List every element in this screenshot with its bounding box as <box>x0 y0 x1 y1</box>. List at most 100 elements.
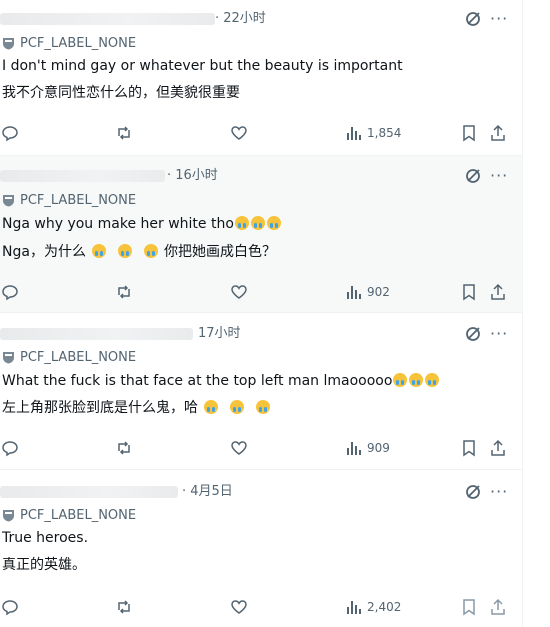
loudly-crying-emoji <box>409 373 424 387</box>
views-count: 1,854 <box>367 126 402 140</box>
bookmark-button[interactable] <box>460 438 478 458</box>
tweet-actions: 902 <box>0 282 522 302</box>
loudly-crying-emoji <box>250 216 265 230</box>
bookmark-button[interactable] <box>460 282 478 302</box>
views-count: 909 <box>367 441 390 455</box>
repost-button[interactable] <box>115 123 133 143</box>
tweet-text-part: Nga，为什么 <box>2 244 86 260</box>
timeline-border <box>522 0 523 627</box>
share-icon <box>491 124 505 141</box>
more-options-icon[interactable]: ··· <box>490 9 508 29</box>
like-button[interactable] <box>230 123 248 143</box>
timestamp[interactable]: 17小时 <box>198 324 241 344</box>
loudly-crying-emoji <box>425 373 440 387</box>
tweet-text-original: True heroes. <box>2 530 89 546</box>
loudly-crying-emoji <box>117 244 132 258</box>
blurred-username <box>0 170 165 182</box>
verified-label: PCF_LABEL_NONE <box>2 506 136 524</box>
tweet-text-part: 左上角那张脸到底是什么鬼，哈 <box>2 400 198 416</box>
verified-label: PCF_LABEL_NONE <box>2 34 136 52</box>
tweet-actions: 909 <box>0 438 522 458</box>
loudly-crying-emoji <box>91 244 106 258</box>
repost-button[interactable] <box>115 282 133 302</box>
share-button[interactable] <box>489 123 507 143</box>
tweet-text-original: Nga why you make her white tho <box>2 214 282 234</box>
label-shield-icon <box>3 509 14 521</box>
loudly-crying-emoji <box>234 216 249 230</box>
tweet-2[interactable]: · 16小时 ··· PCF_LABEL_NONE Nga why you ma… <box>0 156 522 312</box>
heart-icon <box>231 285 247 299</box>
label-text: PCF_LABEL_NONE <box>20 35 137 51</box>
more-options-icon[interactable]: ··· <box>490 482 508 502</box>
share-icon <box>491 283 505 300</box>
share-button[interactable] <box>489 597 507 617</box>
views-button[interactable]: 909 <box>345 438 390 458</box>
reply-button[interactable] <box>1 438 19 458</box>
loudly-crying-emoji <box>393 373 408 387</box>
bookmark-icon <box>463 284 475 301</box>
tweet-text-part: Nga why you make her white tho <box>2 216 234 232</box>
tweet-4[interactable]: · 4月5日 ··· PCF_LABEL_NONE True heroes. 真… <box>0 470 522 627</box>
tweet-text-part: What the fuck is that face at the top le… <box>2 373 393 389</box>
tweet-header: · 22小时 ··· <box>0 9 522 29</box>
reply-button[interactable] <box>1 282 19 302</box>
heart-icon <box>231 600 247 614</box>
blurred-username <box>0 328 193 340</box>
loudly-crying-emoji <box>204 400 218 414</box>
timestamp[interactable]: · 22小时 <box>215 9 266 29</box>
tweet-text-translation: 真正的英雄。 <box>2 557 86 573</box>
share-icon <box>491 598 505 615</box>
blurred-username <box>0 13 215 25</box>
bookmark-icon <box>463 599 475 616</box>
grok-icon[interactable] <box>465 168 481 184</box>
reply-icon <box>2 126 18 142</box>
like-button[interactable] <box>230 438 248 458</box>
like-button[interactable] <box>230 597 248 617</box>
repost-icon <box>118 126 130 140</box>
timestamp[interactable]: · 16小时 <box>167 166 218 186</box>
grok-icon[interactable] <box>465 11 481 27</box>
views-button[interactable]: 1,854 <box>345 123 401 143</box>
tweet-text-original: I don't mind gay or whatever but the bea… <box>2 58 403 74</box>
share-button[interactable] <box>489 282 507 302</box>
repost-button[interactable] <box>115 597 133 617</box>
repost-icon <box>118 600 130 614</box>
repost-button[interactable] <box>115 438 133 458</box>
views-icon <box>347 286 361 299</box>
views-button[interactable]: 2,402 <box>345 597 401 617</box>
tweet-text-original: What the fuck is that face at the top le… <box>2 371 440 391</box>
heart-icon <box>231 126 247 140</box>
reply-icon <box>2 285 18 301</box>
loudly-crying-emoji <box>230 400 244 414</box>
reply-button[interactable] <box>1 123 19 143</box>
label-text: PCF_LABEL_NONE <box>20 349 137 365</box>
label-shield-icon <box>3 37 14 49</box>
tweet-header: · 16小时 ··· <box>0 166 522 186</box>
more-options-icon[interactable]: ··· <box>490 324 508 344</box>
views-count: 2,402 <box>367 600 402 614</box>
views-icon <box>347 601 361 614</box>
verified-label: PCF_LABEL_NONE <box>2 348 136 366</box>
views-button[interactable]: 902 <box>345 282 390 302</box>
bookmark-icon <box>463 125 475 142</box>
like-button[interactable] <box>230 282 248 302</box>
timestamp[interactable]: · 4月5日 <box>182 482 233 502</box>
bookmark-button[interactable] <box>460 123 478 143</box>
tweet-3[interactable]: 17小时 ··· PCF_LABEL_NONE What the fuck is… <box>0 313 522 469</box>
bookmark-button[interactable] <box>460 597 478 617</box>
heart-icon <box>231 441 247 455</box>
tweet-text-part: 你把她画成白色？ <box>163 244 276 260</box>
tweet-1[interactable]: · 22小时 ··· PCF_LABEL_NONE I don't mind g… <box>0 0 522 155</box>
share-button[interactable] <box>489 438 507 458</box>
blurred-username <box>0 486 178 498</box>
tweet-actions: 2,402 <box>0 597 522 617</box>
label-shield-icon <box>3 351 14 363</box>
repost-icon <box>118 285 130 299</box>
more-options-icon[interactable]: ··· <box>490 166 508 186</box>
tweet-actions: 1,854 <box>0 123 522 143</box>
tweet-header: 17小时 ··· <box>0 324 522 344</box>
tweet-header: · 4月5日 ··· <box>0 482 522 502</box>
grok-icon[interactable] <box>465 326 481 342</box>
grok-icon[interactable] <box>465 484 481 500</box>
reply-button[interactable] <box>1 597 19 617</box>
